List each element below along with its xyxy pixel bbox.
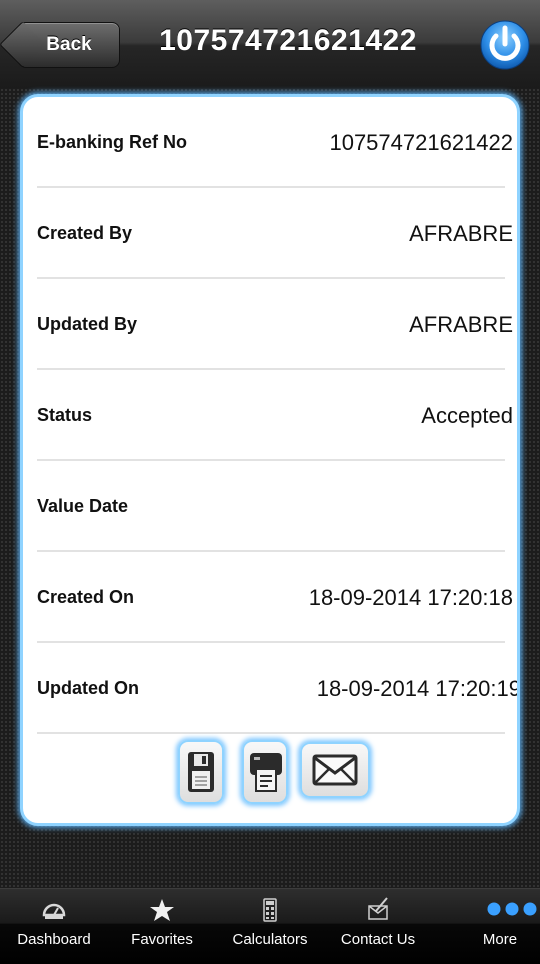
detail-value: 18-09-2014 17:20:19 — [316, 676, 520, 701]
detail-row-created-on: Created On 18-09-2014 17:20:18 — [37, 552, 513, 643]
tab-label: Contact Us — [340, 931, 416, 948]
action-buttons — [23, 740, 517, 810]
calculator-icon — [263, 898, 277, 922]
tab-favorites[interactable]: Favorites — [108, 889, 216, 964]
detail-value: AFRABRE — [409, 221, 513, 246]
detail-value: AFRABRE — [409, 312, 513, 337]
contact-icon — [368, 897, 388, 920]
tab-label: Dashboard — [17, 931, 91, 948]
tab-dashboard[interactable]: Dashboard — [0, 889, 108, 964]
power-icon — [480, 20, 530, 70]
logout-button[interactable] — [480, 20, 530, 70]
detail-value: 18-09-2014 17:20:18 — [308, 585, 513, 610]
row-divider — [37, 732, 505, 734]
detail-label: Created By — [37, 223, 133, 243]
back-button-label: Back — [46, 34, 92, 55]
transaction-details-card: E-banking Ref No 107574721621422 Created… — [20, 94, 520, 826]
detail-row-updated-by: Updated By AFRABRE — [37, 279, 513, 370]
email-button[interactable] — [300, 742, 370, 798]
back-button[interactable]: Back — [18, 22, 120, 68]
print-icon — [250, 753, 282, 792]
app-screen: Back 107574721621422 E-banking Ref No 10… — [0, 0, 540, 964]
tab-contact-us[interactable]: Contact Us — [324, 889, 432, 964]
detail-label: Value Date — [37, 496, 129, 516]
detail-row-status: Status Accepted — [37, 370, 513, 461]
star-icon — [150, 899, 174, 921]
more-icon — [487, 902, 537, 916]
tab-bar: Dashboard Favorites Calculators Contact … — [0, 888, 540, 964]
detail-label: Created On — [37, 587, 135, 607]
tab-label: Calculators — [232, 931, 308, 948]
detail-label: Updated By — [37, 314, 138, 334]
detail-row-created-by: Created By AFRABRE — [37, 188, 513, 279]
dashboard-icon — [42, 903, 66, 919]
detail-label: E-banking Ref No — [37, 132, 188, 152]
detail-label: Updated On — [37, 678, 139, 698]
detail-row-value-date: Value Date — [37, 461, 509, 552]
detail-label: Status — [37, 405, 93, 425]
save-icon — [188, 752, 214, 792]
tab-calculators[interactable]: Calculators — [216, 889, 324, 964]
tab-label: Favorites — [131, 931, 193, 948]
detail-value: Accepted — [421, 403, 513, 428]
print-button[interactable] — [242, 740, 288, 804]
mail-icon — [312, 754, 358, 786]
detail-value: 107574721621422 — [329, 130, 513, 155]
tab-label: More — [482, 931, 518, 948]
tab-more[interactable]: More — [432, 889, 540, 964]
page-title: 107574721621422 — [159, 24, 417, 57]
detail-row-ebanking-ref: E-banking Ref No 107574721621422 — [37, 97, 513, 188]
save-button[interactable] — [178, 740, 224, 804]
navigation-bar: Back 107574721621422 — [0, 0, 540, 89]
detail-row-updated-on: Updated On 18-09-2014 17:20:19 — [37, 643, 517, 734]
